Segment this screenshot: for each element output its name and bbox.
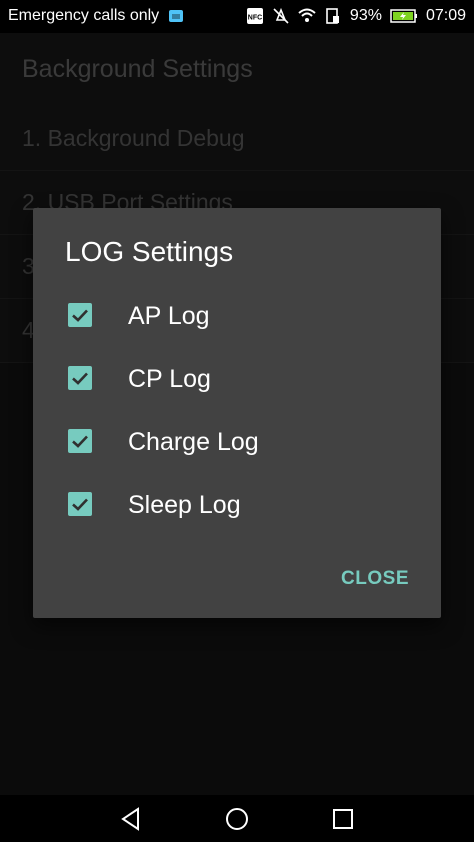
close-button[interactable]: CLOSE — [341, 568, 409, 590]
clock: 07:09 — [425, 7, 466, 24]
recents-icon[interactable] — [329, 805, 357, 833]
option-label: CP Log — [128, 365, 211, 393]
checkbox-checked-icon[interactable] — [68, 429, 92, 453]
mute-icon — [272, 7, 290, 25]
log-settings-dialog: LOG Settings AP Log CP Log Charge Log Sl… — [33, 208, 441, 618]
battery-charging-icon — [390, 7, 418, 25]
battery-percent: 93% — [349, 7, 382, 24]
option-ap-log[interactable]: AP Log — [33, 283, 441, 346]
option-label: AP Log — [128, 302, 210, 330]
svg-text:NFC: NFC — [248, 15, 262, 22]
signal-icon — [324, 7, 342, 25]
nfc-icon: NFC — [246, 7, 264, 25]
back-icon[interactable] — [117, 805, 145, 833]
carrier-text: Emergency calls only — [8, 7, 160, 24]
wifi-icon — [298, 7, 316, 25]
status-bar: Emergency calls only NFC 93% 07:09 — [0, 0, 474, 33]
checkbox-checked-icon[interactable] — [68, 303, 92, 327]
home-icon[interactable] — [223, 805, 251, 833]
sim-icon — [167, 7, 185, 25]
checkbox-checked-icon[interactable] — [68, 366, 92, 390]
option-charge-log[interactable]: Charge Log — [33, 409, 441, 472]
option-cp-log[interactable]: CP Log — [33, 346, 441, 409]
dialog-title: LOG Settings — [65, 236, 234, 267]
option-label: Sleep Log — [128, 491, 241, 519]
navigation-bar — [0, 795, 474, 842]
option-sleep-log[interactable]: Sleep Log — [33, 472, 441, 535]
checkbox-checked-icon[interactable] — [68, 492, 92, 516]
option-label: Charge Log — [128, 428, 259, 456]
